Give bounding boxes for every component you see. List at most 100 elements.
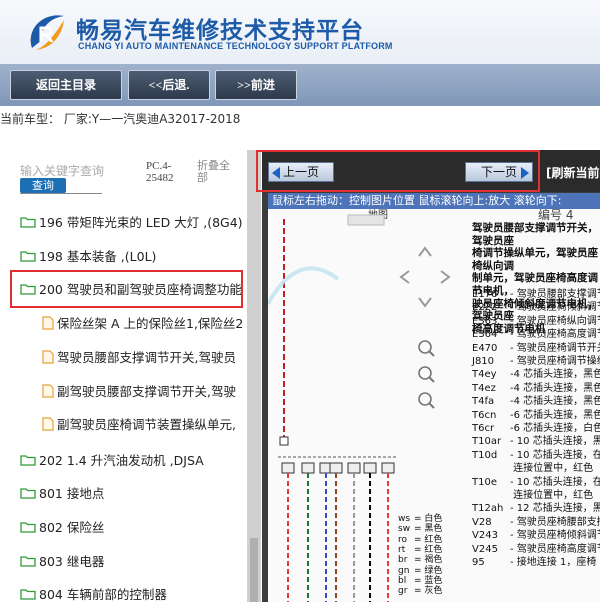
tree-scrollbar-thumb[interactable] [250, 538, 258, 602]
color-name: = 红色 [414, 534, 443, 545]
nav-toolbar: 返回主目录 <<后退. >>前进 [0, 64, 600, 106]
search-input-underline [20, 193, 102, 194]
brand-logo-icon: R [30, 15, 65, 50]
tree-item-label: 198 基本装备 ,(L0L) [39, 249, 157, 264]
color-key-row: br = 褐色 [398, 555, 443, 566]
legend-code: E176 [472, 289, 498, 300]
watermark-mark [268, 266, 340, 305]
color-code: bl [398, 575, 407, 586]
forward-button[interactable]: >>前进 [215, 70, 297, 100]
tree-folder[interactable]: 804 车辆前部的控制器 [20, 584, 244, 602]
color-name: = 红色 [414, 544, 443, 555]
refresh-current-link[interactable]: [刷新当前 [546, 164, 600, 181]
tree-folder[interactable]: 198 基本装备 ,(L0L) [20, 246, 244, 266]
color-key-row: bl = 蓝色 [398, 575, 443, 586]
legend-row: E176 - 驾驶员腰部支撑调节开关 [472, 288, 600, 301]
tree-item-label: 803 继电器 [39, 554, 105, 569]
tree-folder[interactable]: 202 1.4 升汽油发动机 ,DJSA [20, 450, 244, 470]
legend-row: E222 - 驾驶员座椅倾斜调节开关 [472, 301, 600, 314]
current-car-model: 当前车型： 厂家:Y—一汽奥迪A32017-2018 [0, 112, 241, 126]
wiring-diagram-page[interactable]: 地图 编号 4 驾驶员腰部支撑调节开关，驾驶员座椅调节操纵单元，驾驶员座椅纵向调… [268, 209, 600, 602]
color-name: = 灰色 [414, 586, 443, 597]
color-name: = 黑色 [414, 524, 443, 535]
pan-arrow-icon [418, 297, 432, 308]
tree-document[interactable]: 驾驶员腰部支撑调节开关,驾驶员 [42, 347, 246, 367]
color-code: br [398, 555, 408, 566]
zoom-handle [428, 402, 435, 409]
folder-icon [20, 556, 36, 567]
app-header: R 畅易汽车维修技术支持平台 CHANG YI AUTO MAINTENANCE… [0, 0, 600, 64]
legend-code: V243 [472, 530, 498, 542]
zoom-handle [428, 376, 435, 383]
legend-row: E364 - 驾驶员座椅高度调节开关 [472, 328, 600, 341]
collapse-all-link[interactable]: 折叠全部 [197, 160, 237, 184]
back-button[interactable]: <<后退. [128, 70, 210, 100]
legend-row: E363 - 驾驶员座椅纵向调节开关 [472, 315, 600, 328]
brand-subtitle: CHANG YI AUTO MAINTENANCE TECHNOLOGY SUP… [78, 41, 393, 51]
connector-block [363, 462, 377, 474]
home-button[interactable]: 返回主目录 [10, 70, 122, 100]
tree-item-label: 驾驶员腰部支撑调节开关,驾驶员 [57, 350, 236, 365]
legend-row: T4ey -4 芯插头连接，黑色 [472, 368, 600, 381]
color-name: = 褐色 [414, 555, 443, 566]
legend-code: V28 [472, 516, 492, 528]
tree-item-label: 副驾驶员腰部支撑调节开关,驾驶 [57, 384, 236, 399]
document-icon [42, 315, 54, 330]
tree-document[interactable]: 保险丝架 A 上的保险丝1,保险丝2 [42, 313, 246, 333]
heading-line: 驾驶员腰部支撑调节开关，驾驶员座 [472, 222, 598, 247]
color-code: ws [398, 514, 411, 524]
folder-icon [20, 455, 36, 466]
legend-code: T4ez [472, 382, 496, 394]
legend-desc: -6 芯插头连接，黑色 [510, 409, 600, 421]
search-button[interactable]: 查询 [20, 178, 66, 193]
color-code: ro [398, 534, 408, 545]
tree-item-label: 804 车辆前部的控制器 [39, 587, 167, 602]
folder-icon [20, 522, 36, 533]
search-input[interactable]: 输入关键字查询 [20, 162, 104, 179]
tree-scrollbar[interactable] [247, 150, 261, 602]
legend-code: V245 [472, 543, 498, 555]
document-icon [42, 349, 54, 364]
tree-folder[interactable]: 801 接地点 [20, 483, 244, 503]
connector-block [281, 462, 295, 474]
pan-arrow-icon [399, 270, 410, 284]
folder-icon [20, 251, 36, 262]
color-code: gn [398, 565, 410, 576]
legend-desc: - 驾驶员腰部支撑调节开关 [510, 289, 600, 300]
legend-row: T10ar - 10 芯插头连接，黑色 [472, 435, 600, 448]
brand-title: 畅易汽车维修技术支持平台 [76, 18, 364, 44]
legend-desc: - 驾驶员座椅倾斜调节 [510, 530, 600, 542]
color-name: = 蓝色 [414, 575, 443, 586]
connector-block [329, 462, 343, 474]
pc-code-label: PC.4-25482 [146, 160, 174, 184]
color-key-row: ro = 红色 [398, 534, 443, 545]
color-key-row: ws = 白色 [398, 514, 442, 524]
folder-icon [20, 589, 36, 600]
tree-folder[interactable]: 802 保险丝 [20, 517, 244, 537]
zoom-handle [428, 350, 435, 357]
legend-desc: - 10 芯插头连接，黑色 [510, 436, 600, 448]
tree-folder[interactable]: 803 继电器 [20, 551, 244, 571]
legend-desc: - 驾驶员座椅倾斜调节开关 [510, 302, 600, 314]
legend-row: 连接位置中，红色 [472, 462, 593, 475]
legend-code: E222 [472, 302, 498, 314]
legend-row: T6cn -6 芯插头连接，黑色 [472, 409, 600, 422]
legend-code: J810 [472, 356, 495, 367]
legend-row: 95 - 接地连接 1，座椅 [472, 556, 596, 569]
legend-row: J810 - 驾驶员座椅调节操纵单元 [472, 355, 600, 368]
tree-item-label: 802 保险丝 [39, 520, 105, 535]
legend-code: E364 [472, 329, 498, 341]
legend-row: T4ez -4 芯插头连接，黑色 [472, 382, 600, 395]
document-icon [42, 416, 54, 431]
legend-desc: - 驾驶员座椅纵向调节开关 [510, 315, 600, 327]
legend-row: E470 - 驾驶员座椅调节开关 [472, 342, 600, 355]
legend-row: T10e - 10 芯插头连接，在 [472, 476, 600, 489]
tree-document[interactable]: 副驾驶员座椅调节装置操纵单元, [42, 414, 246, 434]
tree-document[interactable]: 副驾驶员腰部支撑调节开关,驾驶 [42, 381, 246, 401]
tree-folder[interactable]: 196 带矩阵光束的 LED 大灯 ,(8G4) [20, 212, 244, 232]
legend-row: T4fa -4 芯插头连接，黑色 [472, 395, 600, 408]
tree-item-label: 保险丝架 A 上的保险丝1,保险丝2 [57, 316, 244, 331]
color-name: = 绿色 [414, 565, 443, 576]
color-code: rt [398, 544, 406, 555]
heading-line: 椅调节操纵单元，驾驶员座椅纵向调 [472, 247, 598, 272]
